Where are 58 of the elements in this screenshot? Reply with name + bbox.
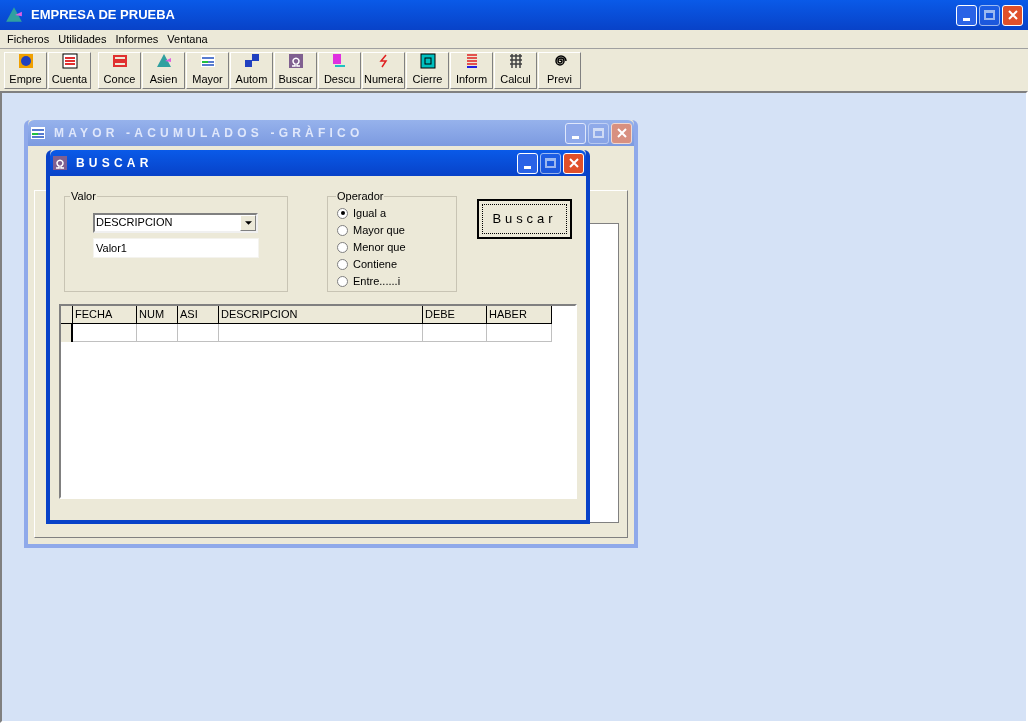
prism-icon xyxy=(155,52,172,69)
toolbar-button[interactable]: Inform xyxy=(450,51,493,89)
toolbar-button[interactable]: Mayor xyxy=(186,51,229,89)
toolbar-button[interactable]: Conce xyxy=(98,51,141,89)
column-header: DESCRIPCION xyxy=(219,306,423,324)
column-header: ASI xyxy=(178,306,219,324)
close-icon xyxy=(1007,10,1018,20)
omega-icon xyxy=(52,155,68,171)
group-label: Operador xyxy=(336,189,385,204)
toolbar-button[interactable]: Descu xyxy=(318,51,361,89)
window-title: MAYOR -ACUMULADOS -GRÀFICO xyxy=(54,124,365,142)
value-input[interactable]: Valor1 xyxy=(93,237,259,258)
field-dropdown[interactable]: DESCRIPCION xyxy=(93,212,258,233)
radio-option[interactable]: Contiene xyxy=(337,255,447,273)
toolbar-button[interactable]: Autom xyxy=(230,51,273,89)
toolbar-button[interactable]: Asien xyxy=(142,51,185,89)
toolbar-button[interactable]: Cuenta xyxy=(48,51,91,89)
toolbar-button[interactable]: Buscar xyxy=(274,51,317,89)
close-icon xyxy=(616,128,627,138)
group-label: Valor xyxy=(70,189,97,204)
toolbar-button[interactable]: Numera xyxy=(362,51,405,89)
column-header: HABER xyxy=(487,306,552,324)
table-cell xyxy=(137,324,178,342)
toolbar-button[interactable]: Cierre xyxy=(406,51,449,89)
prism-icon xyxy=(5,6,23,24)
stripes-icon xyxy=(30,125,46,141)
row-header xyxy=(61,324,73,342)
squares-icon xyxy=(243,52,260,69)
radio-option[interactable]: Menor que xyxy=(337,238,447,256)
window-title: EMPRESA DE PRUEBA xyxy=(31,6,176,25)
toolbar-button[interactable]: Calcul xyxy=(494,51,537,89)
globe-icon xyxy=(17,52,34,69)
menu-item[interactable]: Ficheros xyxy=(3,30,54,48)
column-header: NUM xyxy=(137,306,178,324)
close-button[interactable] xyxy=(611,122,632,144)
radio-option[interactable]: Igual a xyxy=(337,204,447,222)
table-cell xyxy=(423,324,487,342)
table-cell xyxy=(178,324,219,342)
column-header: FECHA xyxy=(73,306,137,324)
dialog-title: BUSCAR xyxy=(76,155,154,172)
toolbar-button[interactable]: Previ xyxy=(538,51,581,89)
stripes-icon xyxy=(199,52,216,69)
close-icon xyxy=(568,158,579,168)
frame-icon xyxy=(419,52,436,69)
menu-item[interactable]: Informes xyxy=(111,30,163,48)
table-cell xyxy=(487,324,552,342)
search-button[interactable]: Buscar xyxy=(476,199,572,239)
grid-icon xyxy=(111,52,128,69)
radio-option[interactable]: Mayor que xyxy=(337,221,447,239)
menu-item[interactable]: Utilidades xyxy=(54,30,111,48)
ledger-icon xyxy=(61,52,78,69)
omega-icon xyxy=(287,52,304,69)
column-header: DEBE xyxy=(423,306,487,324)
table-cell xyxy=(73,324,137,342)
row-header xyxy=(61,306,73,324)
radio-option[interactable]: Entre......i xyxy=(337,272,447,290)
toolbar-button[interactable]: Empre xyxy=(4,51,47,89)
menu-item[interactable]: Ventana xyxy=(163,30,212,48)
